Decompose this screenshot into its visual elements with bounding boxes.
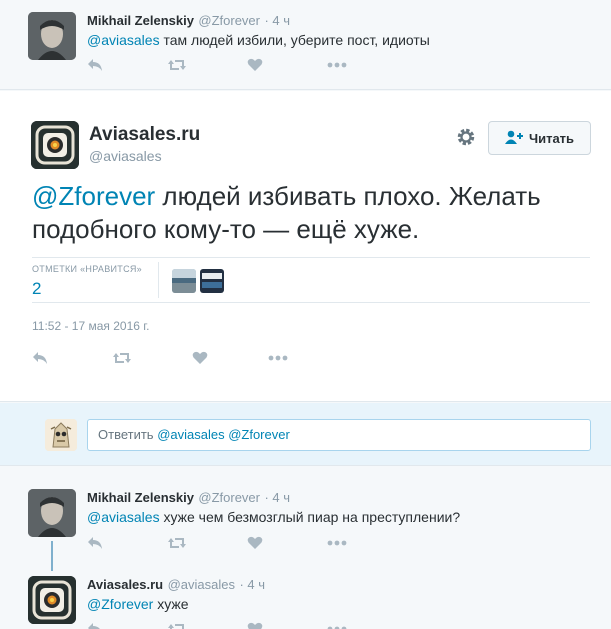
mention-link[interactable]: @Zforever [32, 181, 155, 211]
author-handle[interactable]: @aviasales [89, 148, 162, 164]
add-user-icon [504, 130, 523, 147]
reply-mentions: @aviasales @Zforever [157, 427, 290, 442]
more-icon[interactable] [327, 540, 407, 546]
aviasales-logo-avatar[interactable] [31, 121, 79, 169]
user-avatar[interactable] [28, 12, 76, 60]
tweet-time[interactable]: · 4 ч [264, 13, 290, 28]
retweet-icon[interactable] [167, 58, 247, 72]
tweet-actions [87, 58, 407, 72]
tweet-actions [87, 622, 407, 629]
likes-label[interactable]: ОТМЕТКИ «НРАВИТСЯ» [32, 264, 142, 274]
author-name[interactable]: Aviasales.ru [87, 577, 163, 592]
author-handle[interactable]: @Zforever [198, 490, 260, 505]
reply-icon[interactable] [87, 58, 167, 72]
aviasales-logo-avatar[interactable] [28, 576, 76, 624]
author-handle[interactable]: @Zforever [198, 13, 260, 28]
reply-icon[interactable] [87, 536, 167, 550]
tweet-actions [32, 351, 348, 365]
follow-label: Читать [528, 130, 575, 146]
user-avatar[interactable] [28, 489, 76, 537]
reply-icon[interactable] [32, 351, 112, 365]
tweet-text-block: @Zforever людей избивать плохо. Желать п… [32, 180, 582, 246]
current-user-avatar [45, 419, 77, 451]
heart-icon[interactable] [247, 58, 327, 72]
divider [32, 302, 590, 303]
likes-count[interactable]: 2 [32, 279, 41, 299]
tweet-time[interactable]: · 4 ч [239, 577, 265, 592]
author-name[interactable]: Aviasales.ru [89, 124, 200, 146]
reply-prefix: Ответить [98, 427, 158, 442]
retweet-icon[interactable] [167, 536, 247, 550]
mention-link[interactable]: @aviasales [87, 509, 160, 525]
divider [32, 257, 590, 258]
liker-avatar[interactable] [172, 269, 196, 293]
retweet-icon[interactable] [167, 622, 247, 629]
follow-button[interactable]: Читать [488, 121, 591, 155]
more-icon[interactable] [268, 355, 348, 361]
reply-input[interactable]: Ответить @aviasales @Zforever [87, 419, 591, 451]
author-name[interactable]: Mikhail Zelenskiy [87, 490, 194, 505]
tweet-time[interactable]: · 4 ч [264, 490, 290, 505]
more-icon[interactable] [327, 62, 407, 68]
mention-link[interactable]: @aviasales [87, 32, 160, 48]
author-handle[interactable]: @aviasales [168, 577, 235, 592]
retweet-icon[interactable] [112, 351, 192, 365]
heart-icon[interactable] [247, 536, 327, 550]
heart-icon[interactable] [247, 622, 327, 629]
gear-icon[interactable] [454, 126, 478, 150]
mention-link[interactable]: @Zforever [87, 596, 153, 612]
tweet-actions [87, 536, 407, 550]
author-name[interactable]: Mikhail Zelenskiy [87, 13, 194, 28]
tweet-timestamp[interactable]: 11:52 - 17 мая 2016 г. [32, 319, 150, 333]
tweet-text: хуже [153, 596, 189, 612]
tweet-text: хуже чем безмозглый пиар на преступлении… [159, 509, 461, 525]
tweet-text: там людей избили, уберите пост, идиоты [159, 32, 430, 48]
divider [158, 262, 159, 298]
heart-icon[interactable] [192, 351, 268, 365]
thread-connector [51, 541, 53, 571]
liker-avatar[interactable] [200, 269, 224, 293]
reply-icon[interactable] [87, 622, 167, 629]
